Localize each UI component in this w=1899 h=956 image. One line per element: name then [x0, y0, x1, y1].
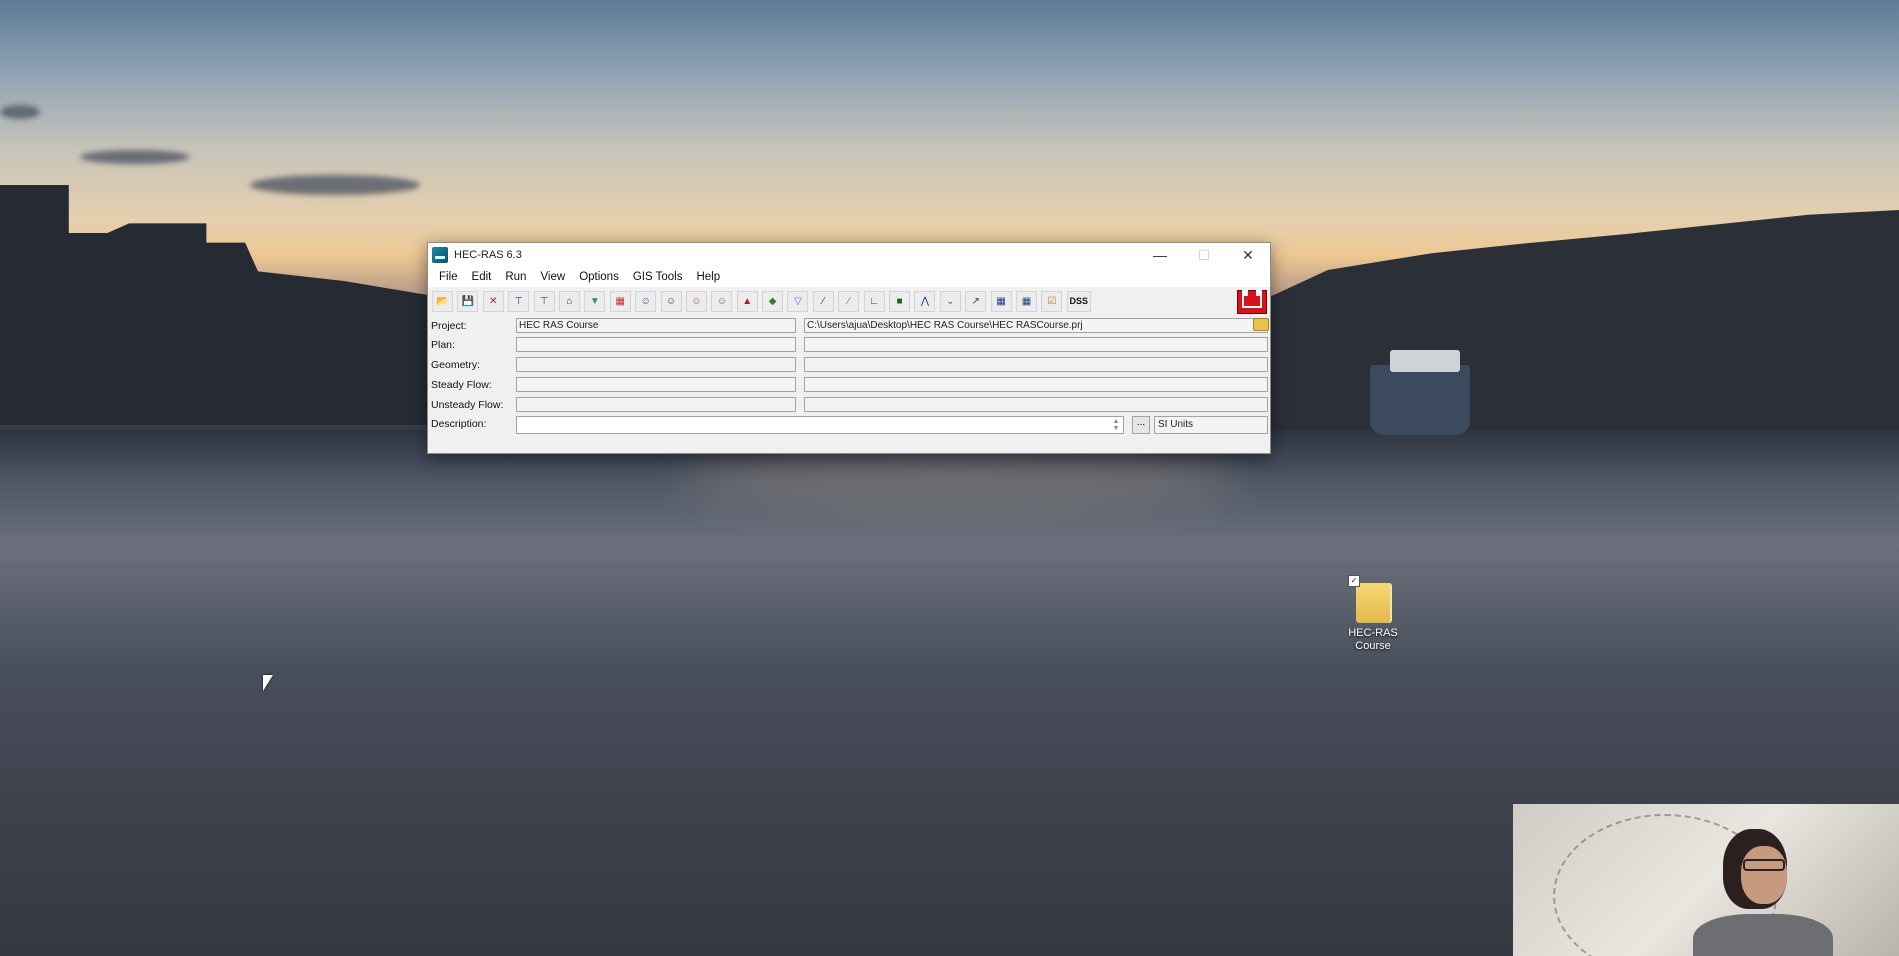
steady-flow-title-field[interactable] [516, 377, 796, 392]
maximize-button[interactable]: ☐ [1182, 243, 1226, 267]
wallpaper-cloud [80, 150, 190, 164]
menu-file[interactable]: File [432, 271, 465, 283]
edit-quasi-unsteady-flow-icon[interactable]: ⊤ [533, 290, 555, 312]
plan-title-field[interactable] [516, 337, 796, 352]
presenter-glasses [1743, 859, 1785, 871]
summary-errors-icon[interactable]: ☑ [1041, 290, 1063, 312]
menu-bar: File Edit Run View Options GIS Tools Hel… [428, 267, 1270, 287]
menu-run[interactable]: Run [498, 271, 533, 283]
menu-options[interactable]: Options [572, 271, 626, 283]
steady-flow-analysis-icon[interactable]: ☺ [635, 290, 657, 312]
title-bar[interactable]: HEC-RAS 6.3 — ☐ ✕ [428, 243, 1270, 267]
edit-steady-flow-icon[interactable]: ⊤ [508, 290, 530, 312]
edit-geometry-icon[interactable]: ✕ [482, 290, 504, 312]
window-title: HEC-RAS 6.3 [454, 249, 522, 261]
profile-summary-table-icon[interactable]: ▦ [1015, 290, 1037, 312]
wallpaper-cloud [0, 105, 40, 119]
menu-view[interactable]: View [533, 271, 572, 283]
hydraulic-design-icon[interactable]: ▲ [736, 290, 758, 312]
desktop-icon-label: HEC-RAS Course [1340, 627, 1406, 653]
cross-section-plot-icon[interactable]: ▽ [787, 290, 809, 312]
velocity-distribution-icon[interactable]: ↗ [965, 290, 987, 312]
wallpaper-boat [1370, 365, 1470, 435]
detailed-output-table-icon[interactable]: ▦ [990, 290, 1012, 312]
usace-castle-icon[interactable] [1237, 290, 1267, 314]
description-row: Description: ▲ ▼ ... SI Units [428, 416, 1272, 434]
minimize-button[interactable]: — [1138, 243, 1182, 267]
desktop-icon-checkbox[interactable]: ✓ [1348, 575, 1360, 587]
project-title-field[interactable]: HEC RAS Course [516, 318, 796, 333]
hec-ras-window: HEC-RAS 6.3 — ☐ ✕ File Edit Run View Opt… [427, 242, 1271, 454]
close-button[interactable]: ✕ [1226, 243, 1270, 267]
ras-mapper-icon[interactable]: ◆ [762, 290, 784, 312]
desktop-folder-hec-ras-course[interactable]: ✓ HEC-RAS Course [1340, 575, 1406, 653]
rating-curve-icon[interactable]: ∟ [863, 290, 885, 312]
units-field: SI Units [1154, 416, 1268, 434]
stage-flow-hydrograph-icon[interactable]: ⋀ [914, 290, 936, 312]
steady-flow-label: Steady Flow: [431, 379, 492, 391]
menu-gis-tools[interactable]: GIS Tools [626, 271, 690, 283]
castle-shape [1242, 290, 1262, 308]
geometry-file-field[interactable] [804, 357, 1268, 372]
unsteady-flow-row: Unsteady Flow: [428, 397, 1272, 413]
description-label: Description: [431, 418, 487, 430]
dss-button[interactable]: DSS [1066, 290, 1091, 312]
folder-icon[interactable] [1253, 318, 1269, 331]
project-label: Project: [431, 320, 467, 332]
steady-flow-row: Steady Flow: [428, 377, 1272, 393]
edit-water-quality-icon[interactable]: ▦ [609, 290, 631, 312]
desktop-icon-label-line1: HEC-RAS [1348, 627, 1398, 639]
edit-unsteady-flow-icon[interactable]: ⌂ [558, 290, 580, 312]
edit-sediment-data-icon[interactable]: ▼ [584, 290, 606, 312]
geometry-label: Geometry: [431, 359, 481, 371]
general-profile-plot-icon[interactable]: ∕ [838, 290, 860, 312]
presenter-face [1741, 846, 1787, 904]
desktop-icon-label-line2: Course [1355, 640, 1391, 652]
wallpaper-water-reflection [680, 450, 1240, 510]
geometry-row: Geometry: [428, 357, 1272, 373]
unsteady-flow-label: Unsteady Flow: [431, 399, 504, 411]
presenter-body [1693, 914, 1833, 956]
geometry-title-field[interactable] [516, 357, 796, 372]
menu-edit[interactable]: Edit [465, 271, 499, 283]
plan-file-field[interactable] [804, 337, 1268, 352]
plan-row: Plan: [428, 337, 1272, 353]
sediment-analysis-icon[interactable]: ☺ [685, 290, 707, 312]
menu-help[interactable]: Help [689, 271, 727, 283]
wallpaper-boat-cabin [1390, 350, 1460, 372]
wallpaper-cloud [250, 175, 420, 195]
unsteady-flow-title-field[interactable] [516, 397, 796, 412]
hec-ras-app-icon[interactable] [432, 247, 448, 263]
project-file-field[interactable]: C:\Users\ajua\Desktop\HEC RAS Course\HEC… [804, 318, 1268, 333]
project-fields: Project: HEC RAS Course C:\Users\ajua\De… [428, 315, 1272, 434]
open-project-icon[interactable]: 📂 [432, 290, 453, 312]
folder-icon [1356, 583, 1390, 623]
mouse-cursor-icon [263, 675, 273, 691]
unsteady-flow-analysis-icon[interactable]: ☺ [660, 290, 682, 312]
profile-plot-icon[interactable]: ∕ [812, 290, 834, 312]
webcam-overlay [1513, 804, 1899, 956]
unsteady-flow-file-field[interactable] [804, 397, 1268, 412]
xyz-perspective-icon[interactable]: ■ [889, 290, 911, 312]
water-quality-analysis-icon[interactable]: ☺ [711, 290, 733, 312]
save-project-icon[interactable]: 💾 [457, 290, 479, 312]
description-field[interactable]: ▲ ▼ [516, 416, 1124, 434]
toolbar: 📂 💾 ✕ ⊤ ⊤ ⌂ ▼ ▦ ☺ ☺ ☺ ☺ ▲ ◆ ▽ ∕ ∕ ∟ ■ ⋀ … [428, 287, 1270, 315]
plan-label: Plan: [431, 339, 455, 351]
project-file-path: C:\Users\ajua\Desktop\HEC RAS Course\HEC… [807, 320, 1083, 331]
hydraulic-property-plot-icon[interactable]: ⌄ [939, 290, 961, 312]
description-ellipsis-button[interactable]: ... [1132, 416, 1150, 434]
description-spinner[interactable]: ▲ ▼ [1111, 418, 1121, 432]
steady-flow-file-field[interactable] [804, 377, 1268, 392]
project-row: Project: HEC RAS Course C:\Users\ajua\De… [428, 318, 1272, 334]
